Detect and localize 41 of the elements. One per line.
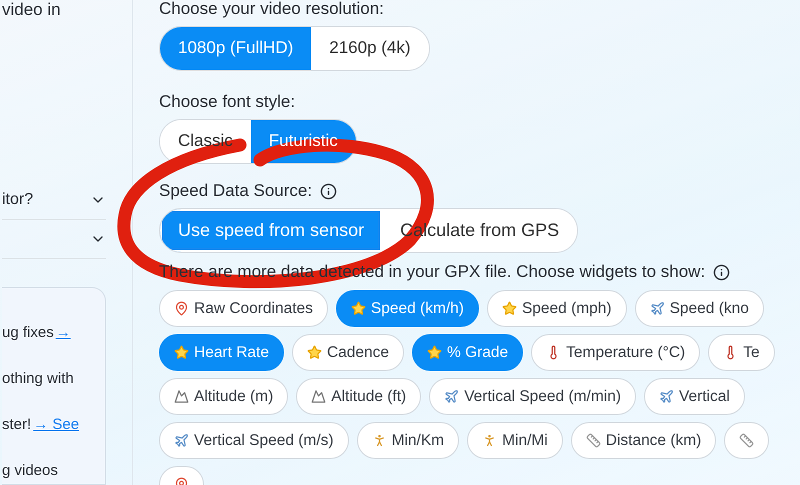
star-icon — [427, 345, 442, 360]
star-icon — [502, 301, 517, 316]
speed-source-label: Speed Data Source: — [159, 181, 312, 201]
widget-chip[interactable]: Altitude (m) — [159, 378, 288, 415]
news-text: ug fixes — [2, 324, 54, 343]
info-icon[interactable] — [320, 182, 338, 200]
intro-text: video in — [2, 0, 62, 21]
info-icon[interactable] — [713, 264, 730, 280]
star-icon — [306, 345, 322, 360]
news-link[interactable]: → See — [33, 416, 80, 436]
font-style-label: Choose font style: — [159, 91, 296, 113]
ruler-icon — [739, 433, 754, 448]
airplane-icon — [650, 301, 665, 316]
news-link[interactable]: → — [56, 324, 71, 344]
widget-chip[interactable]: Speed (mph) — [486, 290, 627, 327]
star-icon — [350, 301, 366, 316]
widget-chip[interactable]: Speed (kno — [634, 290, 764, 327]
ruler-icon — [586, 433, 601, 448]
widget-chip[interactable]: Vertical Speed (m/min) — [429, 378, 636, 415]
widget-chip[interactable]: Te — [708, 334, 775, 371]
widget-chip[interactable]: Min/Mi — [467, 422, 563, 459]
widget-chip[interactable]: Altitude (ft) — [296, 378, 422, 415]
widget-chip[interactable]: Temperature (°C) — [531, 334, 700, 371]
resolution-label: Choose your video resolution: — [159, 0, 385, 20]
widget-chip[interactable]: Cadence — [292, 334, 404, 371]
airplane-icon — [174, 433, 189, 448]
news-text: othing with — [2, 370, 74, 389]
widget-chip[interactable]: Vertical — [644, 378, 745, 415]
widget-chip[interactable]: Vertical Speed (m/s) — [159, 422, 349, 459]
widget-chip[interactable]: Distance (km) — [570, 422, 716, 459]
mountain-icon — [174, 389, 189, 404]
news-text: ster! — [2, 416, 32, 435]
star-icon — [174, 345, 189, 360]
pin-icon — [174, 301, 189, 316]
news-text: g videos — [2, 462, 58, 481]
widget-chip[interactable]: Min/Km — [356, 422, 460, 459]
airplane-icon — [444, 389, 460, 404]
mountain-icon — [311, 389, 326, 404]
airplane-icon — [658, 389, 674, 404]
widget-chip[interactable]: Raw Coordinates — [159, 290, 328, 327]
faq-question[interactable]: itor? — [2, 191, 34, 209]
